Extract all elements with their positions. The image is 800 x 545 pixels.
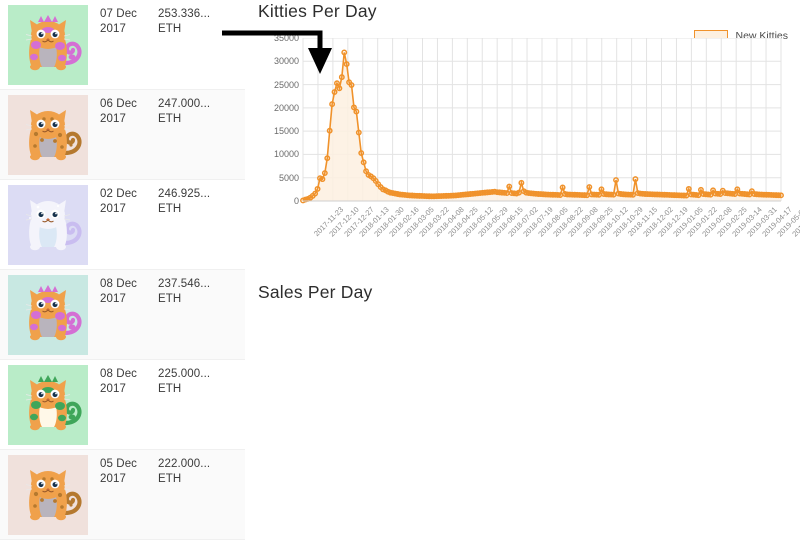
kitty-price-unit: ETH (158, 472, 228, 487)
kitty-price: 222.000...ETH (158, 457, 228, 487)
kitty-date-year: 2017 (100, 382, 158, 397)
kitty-price: 237.546...ETH (158, 277, 228, 307)
kitty-date-day: 08 Dec (100, 277, 158, 292)
kitty-price-amount: 222.000... (158, 457, 228, 472)
kitty-date-year: 2017 (100, 202, 158, 217)
plot-svg (245, 38, 799, 205)
kitty-price-amount: 246.925... (158, 187, 228, 202)
kitty-list-item[interactable]: 02 Dec2017246.925...ETH (0, 180, 245, 270)
kitty-date: 02 Dec2017 (100, 187, 158, 217)
kitty-price-unit: ETH (158, 22, 228, 37)
kitty-sales-sidebar[interactable]: 07 Dec2017253.336...ETH (0, 0, 245, 545)
kitty-date-year: 2017 (100, 292, 158, 307)
kitty-avatar[interactable] (8, 455, 88, 535)
kitty-date-day: 07 Dec (100, 7, 158, 22)
kitty-date-year: 2017 (100, 472, 158, 487)
kitty-meta: 08 Dec2017237.546...ETH (88, 275, 245, 307)
kitty-price-unit: ETH (158, 292, 228, 307)
kitty-date: 08 Dec2017 (100, 367, 158, 397)
kitty-price: 225.000...ETH (158, 367, 228, 397)
kitty-list-item[interactable]: 06 Dec2017247.000...ETH (0, 90, 245, 180)
kitty-date-day: 02 Dec (100, 187, 158, 202)
chart-sales-per-day[interactable]: Sales Per Day Total Sales 02000400060008… (245, 272, 800, 545)
kitty-list-item[interactable]: 07 Dec2017253.336...ETH (0, 0, 245, 90)
page-root: 07 Dec2017253.336...ETH (0, 0, 800, 545)
kitty-avatar[interactable] (8, 365, 88, 445)
charts-region: Kitties Per Day New Kitties 050001000015… (245, 0, 800, 545)
kitty-list-item[interactable]: 08 Dec2017237.546...ETH (0, 270, 245, 360)
kitty-date: 07 Dec2017 (100, 7, 158, 37)
kitty-price-amount: 225.000... (158, 367, 228, 382)
kitty-price-unit: ETH (158, 382, 228, 397)
kitty-avatar[interactable] (8, 275, 88, 355)
kitty-date-day: 08 Dec (100, 367, 158, 382)
kitty-price-amount: 247.000... (158, 97, 228, 112)
kitty-list-item[interactable]: 08 Dec2017225.000...ETH (0, 360, 245, 450)
kitty-avatar[interactable] (8, 5, 88, 85)
kitty-meta: 08 Dec2017225.000...ETH (88, 365, 245, 397)
kitty-meta: 06 Dec2017247.000...ETH (88, 95, 245, 127)
kitty-price-unit: ETH (158, 112, 228, 127)
kitty-meta: 05 Dec2017222.000...ETH (88, 455, 245, 487)
kitty-avatar[interactable] (8, 95, 88, 175)
x-axis-labels: 2017-11-232017-12-102017-12-272018-01-13… (245, 203, 799, 265)
kitty-date: 05 Dec2017 (100, 457, 158, 487)
kitty-avatar[interactable] (8, 185, 88, 265)
plot-area-kitties[interactable]: 050001000015000200002500030000350002017-… (245, 38, 799, 263)
kitty-price: 253.336...ETH (158, 7, 228, 37)
kitty-price-unit: ETH (158, 202, 228, 217)
kitty-date-year: 2017 (100, 112, 158, 127)
kitty-date: 08 Dec2017 (100, 277, 158, 307)
chart-title-sales: Sales Per Day (258, 282, 372, 303)
kitty-price: 246.925...ETH (158, 187, 228, 217)
kitty-list-item[interactable]: 05 Dec2017222.000...ETH (0, 450, 245, 540)
kitty-date: 06 Dec2017 (100, 97, 158, 127)
kitty-meta: 07 Dec2017253.336...ETH (88, 5, 245, 37)
chart-title-kitties: Kitties Per Day (258, 1, 377, 22)
kitty-date-day: 06 Dec (100, 97, 158, 112)
kitty-price-amount: 237.546... (158, 277, 228, 292)
kitty-price-amount: 253.336... (158, 7, 228, 22)
chart-kitties-per-day[interactable]: Kitties Per Day New Kitties 050001000015… (245, 0, 800, 272)
kitty-date-day: 05 Dec (100, 457, 158, 472)
kitty-date-year: 2017 (100, 22, 158, 37)
kitty-price: 247.000...ETH (158, 97, 228, 127)
kitty-meta: 02 Dec2017246.925...ETH (88, 185, 245, 217)
